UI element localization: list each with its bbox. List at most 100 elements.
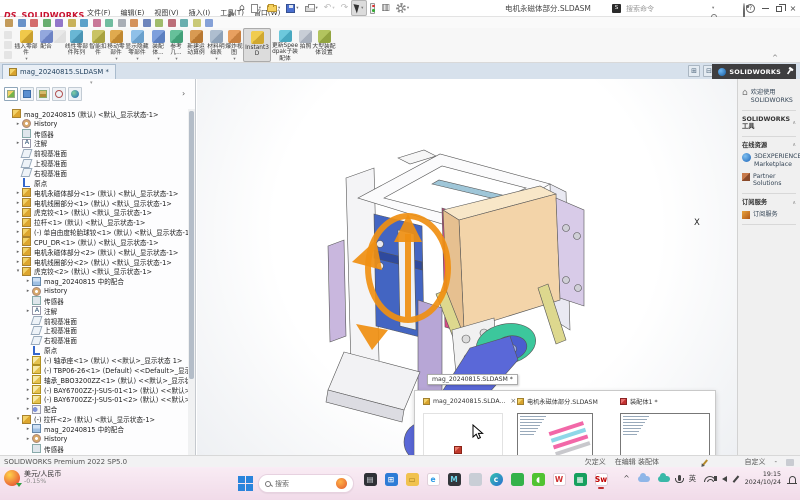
- insert-components-button-dropdown[interactable]: ▾: [25, 57, 27, 62]
- tree-expand-icon[interactable]: ▸: [24, 426, 32, 432]
- mini-tool-icon-11[interactable]: [143, 19, 151, 27]
- update-speedpak-button[interactable]: 更新Speedpak子装配体: [271, 28, 299, 62]
- taskbar-app-green[interactable]: [509, 473, 525, 493]
- mini-tool-icon-14[interactable]: [180, 19, 188, 27]
- tree-item[interactable]: ▸轴承_BBO3200ZZ<1> (默认) <<默认>_显示状态 1>: [0, 375, 188, 385]
- tree-item[interactable]: 右视基准面: [0, 168, 188, 178]
- tree-expand-icon[interactable]: ▸: [24, 377, 32, 383]
- move-component-button[interactable]: 移动零部件▾: [107, 28, 125, 62]
- mini-tool-icon-16[interactable]: [205, 19, 213, 27]
- mini-tool-icon-1[interactable]: [18, 19, 26, 27]
- tree-item[interactable]: ▸电机线圈部分<1> (默认) <默认_显示状态-1>: [0, 198, 188, 208]
- taskbar-app-gray[interactable]: [467, 473, 483, 493]
- mini-tool-icon-13[interactable]: [168, 19, 176, 27]
- undo-icon-dropdown[interactable]: ▾: [332, 6, 334, 11]
- section-subscription-collapse-icon[interactable]: ∧: [792, 200, 796, 206]
- mini-tool-icon-3[interactable]: [43, 19, 51, 27]
- tree-item[interactable]: 原点: [0, 178, 188, 188]
- new-motion-study-button[interactable]: 新建运动算例: [185, 28, 207, 62]
- panel-collapse-icon[interactable]: ▾: [90, 80, 93, 86]
- tree-expand-icon[interactable]: ▸: [14, 249, 22, 255]
- exploded-view-button[interactable]: 爆炸视图▾: [225, 28, 243, 62]
- search-dropdown-icon[interactable]: ▾: [712, 6, 714, 11]
- minimize-button[interactable]: [758, 1, 772, 16]
- open-icon[interactable]: ▾: [264, 0, 283, 16]
- microphone-icon[interactable]: [678, 475, 681, 481]
- tree-item[interactable]: 上视基准面: [0, 158, 188, 168]
- save-icon[interactable]: ▾: [283, 0, 301, 16]
- tree-expand-icon[interactable]: ▸: [24, 396, 32, 402]
- restore-button[interactable]: [772, 1, 786, 16]
- tree-expand-icon[interactable]: ▸: [24, 367, 32, 373]
- tree-item[interactable]: ▸History: [0, 286, 188, 296]
- tree-item[interactable]: ▸虎克铰<1> (默认) <默认_显示状态-1>: [0, 207, 188, 217]
- close-button[interactable]: ×: [786, 1, 800, 16]
- open-doc-tile-magnet-header[interactable]: 电机永磁体部分.SLDASM: [517, 396, 609, 406]
- weather-finance-widget[interactable]: 美元/人民币 -0.15%: [4, 470, 61, 486]
- tree-item[interactable]: ▸配合: [0, 404, 188, 414]
- insert-components-button[interactable]: 插入零部件▾: [14, 28, 38, 62]
- panel-expand-icon[interactable]: ›: [182, 89, 185, 98]
- taskbar-app-store[interactable]: ⊞: [383, 473, 399, 493]
- document-tab[interactable]: mag_20240815.SLDASM *: [2, 64, 116, 79]
- tree-item[interactable]: 前视基准面: [0, 148, 188, 158]
- tree-expand-icon[interactable]: ▸: [14, 219, 22, 225]
- tree-item[interactable]: ▸注解: [0, 306, 188, 316]
- tree-item[interactable]: 前视基准面: [0, 316, 188, 326]
- tree-expand-icon[interactable]: ▸: [24, 436, 32, 442]
- tree-expand-icon[interactable]: ▸: [24, 288, 32, 294]
- taskbar-app-notebook[interactable]: ▤: [362, 473, 378, 493]
- tree-item[interactable]: ▸History: [0, 434, 188, 444]
- options-gear-icon[interactable]: ▾: [393, 0, 412, 16]
- mini-tool-icon-6[interactable]: [80, 19, 88, 27]
- tree-item[interactable]: ▾(-) 拉杆<2> (默认) <默认_显示状态-1>: [0, 414, 188, 424]
- mini-tool-icon-10[interactable]: [130, 19, 138, 27]
- tree-item[interactable]: 传感器: [0, 129, 188, 139]
- cloud-sync-icon[interactable]: [638, 476, 650, 482]
- welcome-solidworks[interactable]: ⌂ 欢迎使用 SOLIDWORKS: [742, 89, 796, 105]
- 3dexperience-marketplace-link[interactable]: 3DEXPERIENCE Marketplace: [742, 153, 796, 169]
- tree-item[interactable]: ▾虎克铰<2> (默认) <默认_显示状态-1>: [0, 267, 188, 277]
- tree-item[interactable]: ▸(-) 轴承座<1> (默认) <<默认>_显示状态 1>: [0, 355, 188, 365]
- customize-menu[interactable]: 自定义: [744, 457, 765, 467]
- open-doc-tile-current-header[interactable]: mag_20240815.SLDA...×: [423, 396, 511, 406]
- tree-item[interactable]: ▸mag_20240815 中的配合: [0, 276, 188, 286]
- open-doc-tile-assembly1[interactable]: 装配体1 *: [620, 396, 712, 406]
- mini-tool-icon-9[interactable]: [118, 19, 126, 27]
- redo-icon[interactable]: ↷: [338, 0, 352, 16]
- tree-item[interactable]: ▸CPU_DR<1> (默认) <默认_显示状态-1>: [0, 237, 188, 247]
- save-icon-dropdown[interactable]: ▾: [296, 6, 298, 11]
- linear-pattern-button[interactable]: 线性零部件阵列: [64, 28, 89, 62]
- command-search-input[interactable]: 搜索命令: [626, 4, 654, 14]
- taskbar-app-wechat[interactable]: ◖: [530, 473, 546, 493]
- pen-icon[interactable]: [733, 475, 739, 482]
- notification-bell-icon[interactable]: [789, 476, 796, 483]
- mini-tool-icon-12[interactable]: [155, 19, 163, 27]
- partner-solutions-link[interactable]: Partner Solutions: [742, 173, 796, 189]
- tree-expand-icon[interactable]: ▸: [24, 278, 32, 284]
- propertymanager-tab[interactable]: [20, 87, 34, 101]
- tree-item[interactable]: 上视基准面: [0, 326, 188, 336]
- select-cursor-icon-dropdown[interactable]: ▾: [361, 6, 363, 11]
- section-subscription[interactable]: 订阅服务∧: [742, 199, 796, 207]
- tree-item[interactable]: ▸(-) 单自由度轮胎球铰<1> (默认) <默认_显示状态-1>: [0, 227, 188, 237]
- print-icon[interactable]: ▾: [302, 0, 321, 16]
- tree-expand-icon[interactable]: ▾: [14, 416, 22, 422]
- tree-expand-icon[interactable]: ▸: [14, 140, 22, 146]
- reference-geometry-button-dropdown[interactable]: ▾: [175, 57, 177, 62]
- show-hidden-components-button[interactable]: 显示隐藏零部件▾: [125, 28, 149, 62]
- taskbar-app-solidworks[interactable]: Sw: [593, 473, 609, 493]
- tree-expand-icon[interactable]: ▸: [14, 190, 22, 196]
- tree-expand-icon[interactable]: ▾: [14, 268, 22, 274]
- tree-item[interactable]: ▸电机永磁体部分<1> (默认) <默认_显示状态-1>: [0, 188, 188, 198]
- bill-of-materials-button[interactable]: 材料明细表▾: [207, 28, 225, 62]
- tree-item[interactable]: ▸拉杆<1> (默认) <默认_显示状态-1>: [0, 217, 188, 227]
- section-solidworks-tools[interactable]: SOLIDWORKS 工具∧: [742, 116, 796, 131]
- mini-tool-icon-5[interactable]: [68, 19, 76, 27]
- input-language[interactable]: 英: [689, 473, 697, 484]
- start-button[interactable]: [238, 476, 253, 491]
- section-online-resources-collapse-icon[interactable]: ∧: [792, 142, 796, 148]
- open-doc-tile-magnet[interactable]: 电机永磁体部分.SLDASM: [517, 396, 609, 406]
- tree-item[interactable]: ▸History: [0, 119, 188, 129]
- section-online-resources[interactable]: 在线资源∧: [742, 142, 796, 150]
